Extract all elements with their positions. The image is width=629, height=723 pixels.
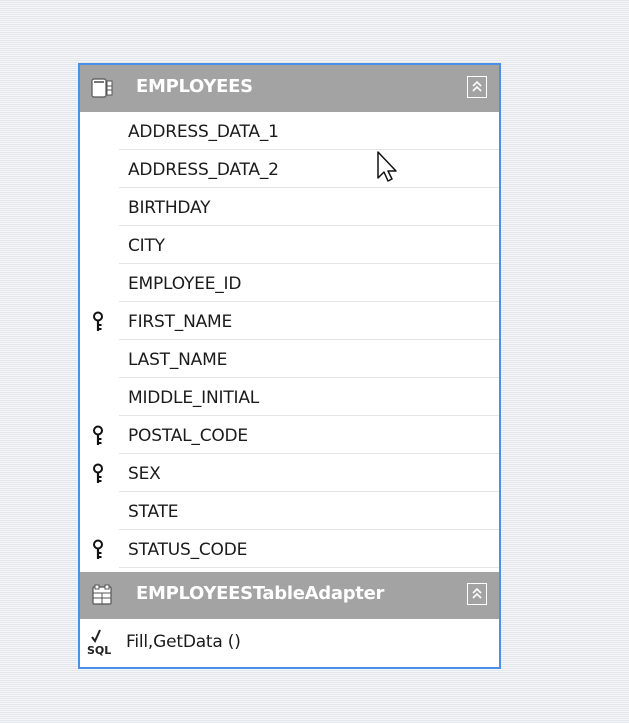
column-row[interactable]: MIDDLE_INITIAL [80, 378, 499, 416]
datatable-title: EMPLOYEES [136, 76, 253, 97]
column-row[interactable]: BIRTHDAY [80, 188, 499, 226]
employees-datatable[interactable]: EMPLOYEES ADDRESS_DATA_1 ADDRESS_DATA_2 BI… [78, 63, 501, 669]
collapse-tableadapter-button[interactable] [467, 583, 487, 605]
column-name: FIRST_NAME [128, 312, 233, 332]
column-row[interactable]: FIRST_NAME [80, 302, 499, 340]
mouse-pointer-icon [377, 151, 397, 182]
column-name: EMPLOYEE_ID [128, 274, 242, 294]
row-gutter [80, 492, 118, 530]
primary-key-icon [93, 463, 103, 483]
primary-key-icon [93, 311, 103, 331]
column-name: LAST_NAME [128, 350, 228, 370]
column-row[interactable]: ADDRESS_DATA_2 [80, 150, 499, 188]
column-row[interactable]: LAST_NAME [80, 340, 499, 378]
column-list: ADDRESS_DATA_1 ADDRESS_DATA_2 BIRTHDAY CITY… [80, 112, 499, 568]
column-name: BIRTHDAY [128, 198, 211, 218]
column-name: MIDDLE_INITIAL [128, 388, 260, 408]
primary-key-icon [93, 425, 103, 445]
method-label: Fill,GetData () [126, 632, 241, 652]
column-name: CITY [128, 236, 165, 256]
column-row[interactable]: CITY [80, 226, 499, 264]
tableadapter-icon [92, 584, 112, 605]
row-gutter [80, 150, 118, 188]
column-name: STATE [128, 502, 179, 522]
sql-icon-text: SQL [87, 644, 111, 657]
primary-key-icon [93, 539, 103, 559]
column-name: STATUS_CODE [128, 540, 248, 560]
query-method-row[interactable]: SQL Fill,GetData () [80, 620, 499, 662]
column-name: ADDRESS_DATA_1 [128, 122, 279, 142]
datatable-icon [91, 78, 113, 98]
row-gutter [80, 378, 118, 416]
datatable-header[interactable]: EMPLOYEES [80, 65, 499, 112]
tableadapter-title: EMPLOYEESTableAdapter [136, 583, 385, 604]
column-row[interactable]: STATE [80, 492, 499, 530]
column-name: POSTAL_CODE [128, 426, 248, 446]
row-gutter [80, 340, 118, 378]
row-gutter [80, 112, 118, 150]
row-gutter [80, 264, 118, 302]
column-row[interactable]: ADDRESS_DATA_1 [80, 112, 499, 150]
column-row[interactable]: EMPLOYEE_ID [80, 264, 499, 302]
row-gutter [80, 226, 118, 264]
column-cell [119, 454, 499, 492]
tableadapter-header[interactable]: EMPLOYEESTableAdapter [80, 572, 499, 619]
collapse-datatable-button[interactable] [467, 76, 487, 98]
sql-query-icon: SQL [87, 629, 111, 657]
column-row[interactable]: STATUS_CODE [80, 530, 499, 568]
double-chevron-up-icon [472, 587, 482, 599]
row-gutter [80, 188, 118, 226]
double-chevron-up-icon [472, 80, 482, 92]
column-row[interactable]: SEX [80, 454, 499, 492]
column-row[interactable]: POSTAL_CODE [80, 416, 499, 454]
column-cell [119, 226, 499, 264]
column-name: SEX [128, 464, 161, 484]
column-name: ADDRESS_DATA_2 [128, 160, 279, 180]
